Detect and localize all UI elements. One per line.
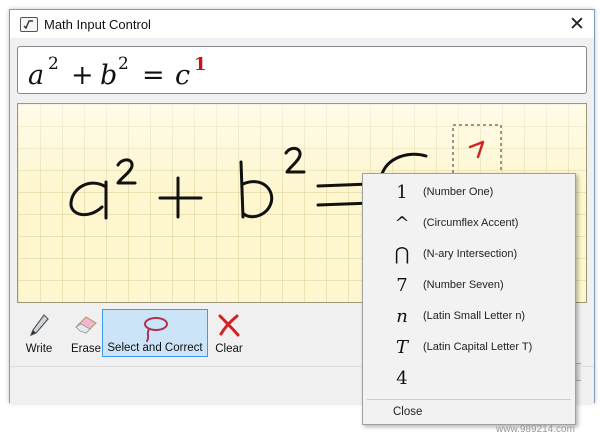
preview-expression: a 2 + b 2 = c 1 (28, 54, 207, 91)
math-input-icon (20, 17, 38, 32)
write-tool-label: Write (25, 343, 53, 355)
preview-exp-3: 1 (194, 54, 207, 75)
correction-symbol: 4 (396, 368, 408, 389)
correction-symbol: T (395, 337, 408, 358)
menu-separator (367, 399, 571, 400)
write-tool-button[interactable]: Write (16, 309, 62, 357)
select-and-correct-tool-button[interactable]: Select and Correct (102, 309, 208, 357)
window-title: Math Input Control (44, 17, 151, 32)
preview-var-b: b (100, 60, 117, 91)
correction-option-nary-intersection[interactable]: ⋂ (N-ary Intersection) (363, 239, 575, 270)
ink-exp-2 (284, 146, 306, 174)
ink-selected-stroke (468, 140, 485, 159)
correction-symbol: ^ (394, 213, 410, 234)
ink-b (239, 160, 274, 219)
ink-exp-1 (116, 158, 137, 185)
correction-symbol: n (396, 306, 408, 327)
preview-pane: a 2 + b 2 = c 1 (17, 46, 587, 94)
correction-menu: 1 (Number One) ^ (Circumflex Accent) ⋂ (… (362, 173, 576, 425)
preview-exp-1: 2 (48, 54, 59, 74)
correction-symbol: 7 (396, 275, 408, 296)
correction-name: (Latin Capital Letter T) (423, 341, 533, 353)
eraser-icon (75, 316, 97, 334)
title-bar: Math Input Control ✕ (10, 10, 594, 38)
correction-name: (Number One) (423, 186, 494, 198)
clear-x-icon (218, 314, 240, 337)
preview-var-a: a (28, 60, 44, 91)
ink-plus (158, 176, 203, 219)
lasso-icon (144, 317, 168, 342)
ink-a (69, 180, 108, 220)
correction-symbol: ⋂ (394, 244, 410, 265)
correction-name: (Number Seven) (423, 279, 504, 291)
pen-icon (29, 314, 49, 337)
preview-exp-2: 2 (118, 54, 129, 74)
correction-option-number-seven[interactable]: 7 (Number Seven) (363, 270, 575, 301)
select-and-correct-tool-label: Select and Correct (107, 342, 203, 354)
preview-equals: = (142, 60, 165, 91)
correction-name: (Circumflex Accent) (423, 217, 519, 229)
correction-option-number-four[interactable]: 4 (363, 363, 575, 394)
clear-tool-button[interactable]: Clear (209, 309, 249, 357)
watermark: www.989214.com (496, 424, 575, 435)
correction-option-circumflex-accent[interactable]: ^ (Circumflex Accent) (363, 208, 575, 239)
correction-symbol: 1 (396, 182, 408, 203)
close-window-button[interactable]: ✕ (560, 10, 594, 38)
clear-tool-label: Clear (215, 343, 243, 355)
preview-plus: + (71, 60, 94, 91)
close-menu-item[interactable]: Close (393, 406, 422, 418)
correction-option-latin-capital-t[interactable]: T (Latin Capital Letter T) (363, 332, 575, 363)
correction-name: (Latin Small Letter n) (423, 310, 526, 322)
correction-option-number-one[interactable]: 1 (Number One) (363, 177, 575, 208)
correction-option-latin-small-n[interactable]: n (Latin Small Letter n) (363, 301, 575, 332)
preview-var-c: c (175, 60, 190, 91)
correction-name: (N-ary Intersection) (423, 248, 518, 260)
